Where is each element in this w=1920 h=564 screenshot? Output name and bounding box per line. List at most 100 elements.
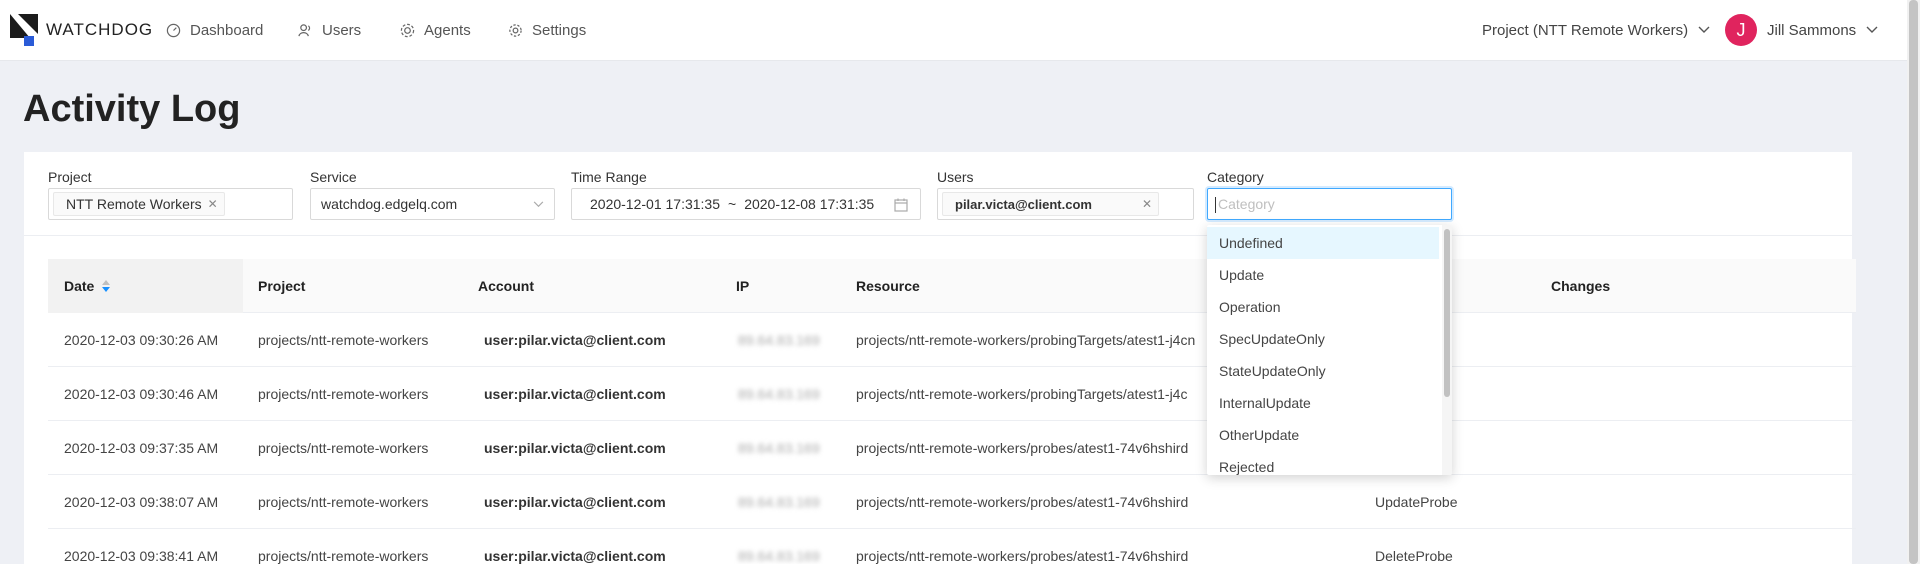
category-option[interactable]: Undefined [1207,227,1439,259]
logo-text: WATCHDOG [46,20,154,39]
column-header-resource: Resource [856,278,920,294]
table-row[interactable]: 2020-12-03 09:30:46 AM projects/ntt-remo… [48,367,1856,421]
chevron-down-icon [533,201,544,208]
table-row[interactable]: 2020-12-03 09:30:26 AM projects/ntt-remo… [48,313,1856,367]
nav-settings-label: Settings [532,21,587,39]
chevron-down-icon [1698,26,1710,33]
calendar-icon [894,198,908,212]
cell-method: DeleteProbe [1375,548,1453,564]
project-filter[interactable]: NTT Remote Workers ✕ [48,188,293,220]
table-row[interactable]: 2020-12-03 09:37:35 AM projects/ntt-remo… [48,421,1856,475]
table-header: Date Project Account IP Resource Changes [48,259,1856,313]
watchdog-logo[interactable]: WATCHDOG [10,14,153,46]
cell-date: 2020-12-03 09:30:46 AM [64,386,219,402]
nav-users[interactable]: Users [298,0,361,60]
dropdown-scrollbar-thumb[interactable] [1444,229,1450,397]
column-header-changes: Changes [1551,278,1611,294]
page-title: Activity Log [23,88,241,130]
cell-date: 2020-12-03 09:38:07 AM [64,494,219,510]
column-header-date[interactable]: Date [48,259,243,313]
user-tag-label: pilar.victa@client.com [955,196,1092,212]
cell-resource: projects/ntt-remote-workers/probingTarge… [856,332,1196,348]
cell-project: projects/ntt-remote-workers [258,332,429,348]
cell-account: user:pilar.victa@client.com [484,548,666,564]
table-row[interactable]: 2020-12-03 09:38:41 AM projects/ntt-remo… [48,529,1856,564]
project-tag: NTT Remote Workers ✕ [53,192,225,216]
time-range-start[interactable]: 2020-12-01 17:31:35 [590,196,720,212]
nav-agents[interactable]: Agents [400,0,471,60]
category-option[interactable]: StateUpdateOnly [1207,355,1439,387]
dashboard-icon [166,23,181,37]
time-range-picker[interactable]: 2020-12-01 17:31:35 ~ 2020-12-08 17:31:3… [571,188,921,220]
activity-log-card: Project NTT Remote Workers ✕ Service wat… [24,152,1856,564]
user-name: Jill Sammons [1767,21,1857,39]
category-dropdown: Undefined Update Operation SpecUpdateOnl… [1207,225,1452,475]
cell-date: 2020-12-03 09:38:41 AM [64,548,219,564]
category-option[interactable]: InternalUpdate [1207,387,1439,419]
page-scrollbar[interactable] [1907,0,1920,564]
agents-icon [400,23,415,37]
users-filter[interactable]: pilar.victa@client.com ✕ [937,188,1194,220]
nav-agents-label: Agents [424,21,471,39]
category-input[interactable]: Category [1207,188,1452,220]
avatar: J [1725,14,1757,46]
column-header-ip: IP [736,278,750,294]
cell-account: user:pilar.victa@client.com [484,494,666,510]
table-row[interactable]: 2020-12-03 09:38:07 AM projects/ntt-remo… [48,475,1856,529]
cell-resource: projects/ntt-remote-workers/probes/atest… [856,494,1189,510]
nav-dashboard[interactable]: Dashboard [166,0,263,60]
project-selector[interactable]: Project (NTT Remote Workers) [1482,0,1710,60]
cell-account: user:pilar.victa@client.com [484,386,666,402]
sort-icon[interactable] [102,280,111,292]
time-range-separator: ~ [728,196,737,212]
nav-users-label: Users [322,21,362,39]
category-filter-label: Category [1207,169,1264,185]
cell-method: UpdateProbe [1375,494,1458,510]
cell-ip: 89.64.83.169 [738,386,820,402]
category-option[interactable]: Update [1207,259,1439,291]
service-value: watchdog.edgelq.com [321,196,458,212]
time-range-label: Time Range [571,169,647,185]
service-filter-label: Service [310,169,357,185]
top-nav-bar: WATCHDOG Dashboard Users Agents Settings… [0,0,1907,61]
category-option[interactable]: Rejected [1207,451,1439,475]
column-header-date-label: Date [64,278,95,294]
close-icon[interactable]: ✕ [208,197,218,211]
page-scrollbar-thumb[interactable] [1909,0,1918,564]
logo-mark-icon [10,14,42,46]
time-range-end[interactable]: 2020-12-08 17:31:35 [744,196,874,212]
close-icon[interactable]: ✕ [1142,197,1152,211]
users-filter-label: Users [937,169,974,185]
user-menu[interactable]: J Jill Sammons [1725,0,1878,60]
divider [24,235,1852,236]
cell-project: projects/ntt-remote-workers [258,386,429,402]
user-tag: pilar.victa@client.com ✕ [942,192,1159,216]
cell-resource: projects/ntt-remote-workers/probes/atest… [856,548,1189,564]
cell-resource: projects/ntt-remote-workers/probes/atest… [856,440,1189,456]
cell-account: user:pilar.victa@client.com [484,332,666,348]
cell-ip: 89.64.83.169 [738,440,820,456]
nav-dashboard-label: Dashboard [190,21,264,39]
cell-date: 2020-12-03 09:30:26 AM [64,332,219,348]
project-tag-label: NTT Remote Workers [66,196,202,212]
gear-icon [509,23,522,37]
category-option[interactable]: Operation [1207,291,1439,323]
cell-ip: 89.64.83.169 [738,332,820,348]
column-header-project: Project [258,278,306,294]
cell-ip: 89.64.83.169 [738,548,820,564]
project-selector-label: Project (NTT Remote Workers) [1482,21,1689,39]
cell-ip: 89.64.83.169 [738,494,820,510]
cell-date: 2020-12-03 09:37:35 AM [64,440,219,456]
project-filter-label: Project [48,169,92,185]
category-placeholder: Category [1218,196,1275,212]
cell-project: projects/ntt-remote-workers [258,548,429,564]
chevron-down-icon [1866,26,1878,33]
service-select[interactable]: watchdog.edgelq.com [310,188,555,220]
cell-account: user:pilar.victa@client.com [484,440,666,456]
category-option[interactable]: OtherUpdate [1207,419,1439,451]
cell-project: projects/ntt-remote-workers [258,494,429,510]
nav-settings[interactable]: Settings [508,0,586,60]
cell-project: projects/ntt-remote-workers [258,440,429,456]
users-icon [298,23,311,36]
category-option[interactable]: SpecUpdateOnly [1207,323,1439,355]
